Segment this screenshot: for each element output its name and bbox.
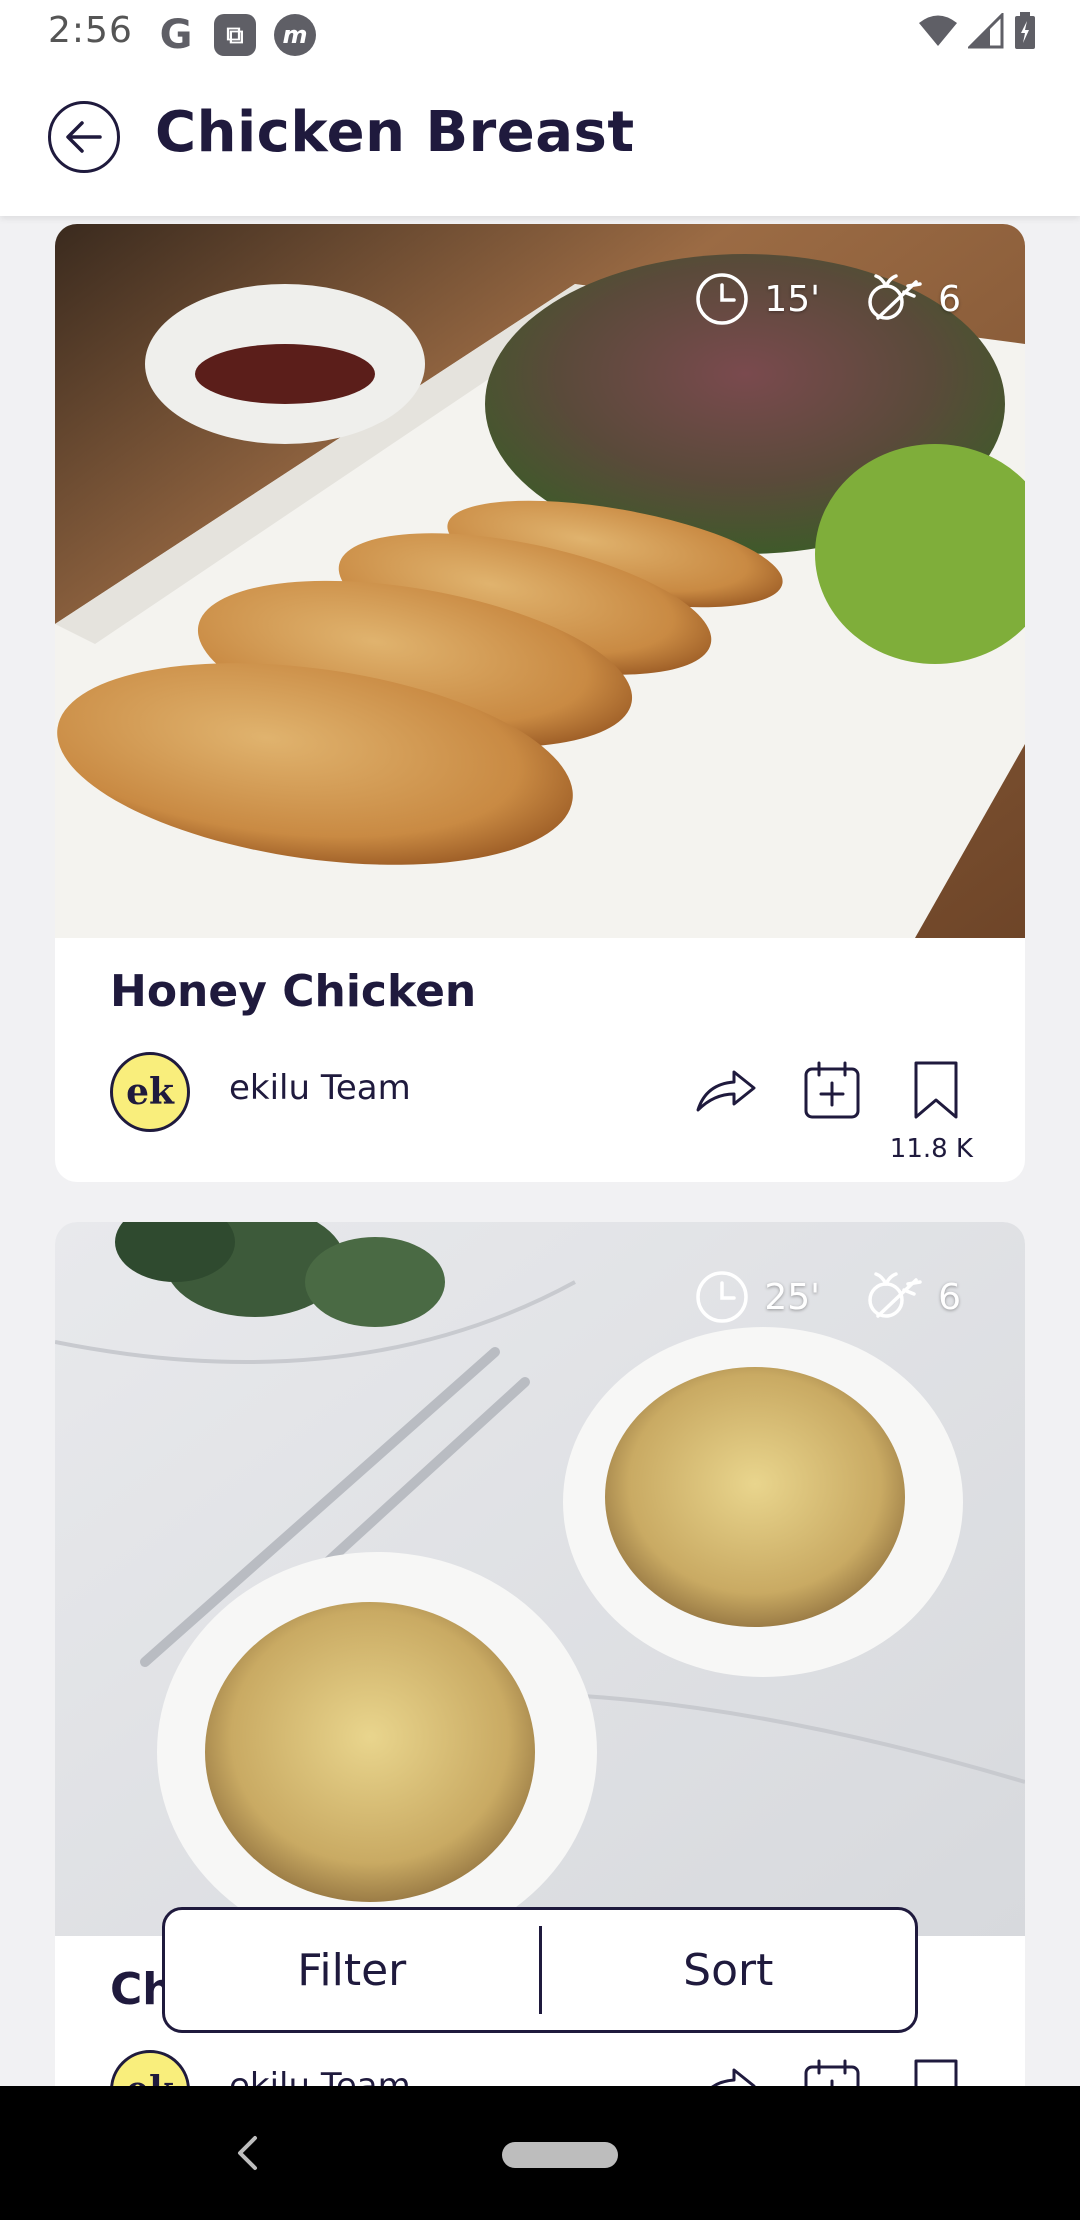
prep-time: 15' [694, 271, 820, 327]
recipe-image-second[interactable]: 25' 6 [55, 1222, 1025, 1936]
bookmark-icon [914, 2059, 958, 2086]
ingredient-count: 6 [864, 1268, 961, 1326]
ingredient-count-value: 6 [938, 1276, 961, 1318]
system-back-button[interactable] [222, 2128, 272, 2178]
calendar-add-icon [804, 2059, 860, 2086]
ingredient-count: 6 [864, 270, 961, 328]
arrow-left-icon [66, 121, 102, 153]
honey-chicken-photo [55, 224, 1025, 938]
chevron-left-icon [238, 2136, 257, 2170]
prep-time: 25' [694, 1269, 820, 1325]
status-indicators [918, 12, 1036, 50]
system-home-button[interactable] [502, 2142, 618, 2168]
recipe-card[interactable]: 15' 6 Honey Chicken ek ekilu Team 11.8 K [55, 224, 1025, 1182]
wifi-icon [919, 15, 957, 46]
author-avatar[interactable]: ek [110, 1052, 190, 1132]
filter-button[interactable]: Filter [165, 1910, 539, 2030]
clock-icon [696, 1271, 749, 1323]
vegetables-icon [868, 1272, 922, 1318]
recipe-feed[interactable]: 15' 6 Honey Chicken ek ekilu Team 11.8 K… [0, 216, 1080, 2086]
add-to-calendar-button[interactable] [798, 2054, 866, 2086]
ingredient-count-value: 6 [938, 278, 961, 320]
page-title: Chicken Breast [155, 100, 635, 165]
gallery-app-icon: ⧉ [214, 14, 256, 56]
bookmark-button[interactable] [902, 2054, 970, 2086]
sort-button[interactable]: Sort [542, 1910, 916, 2030]
save-count: 11.8 K [889, 1134, 973, 1164]
battery-icon [1015, 12, 1035, 49]
calendar-add-icon [804, 1061, 860, 1119]
messenger-app-icon: m [274, 14, 316, 56]
cell-signal-icon [968, 13, 1004, 49]
vegetables-icon [868, 274, 922, 320]
bookmark-button[interactable] [902, 1056, 970, 1124]
recipe-title[interactable]: Honey Chicken [110, 966, 476, 1017]
status-bar: 2:56 G ⧉ m [0, 0, 1080, 66]
filter-sort-bar: Filter Sort [162, 1907, 918, 2033]
author-avatar[interactable]: ek [110, 2050, 190, 2086]
app-header: Chicken Breast [0, 66, 1080, 216]
add-to-calendar-button[interactable] [798, 1056, 866, 1124]
bookmark-icon [914, 1061, 958, 1119]
share-icon [711, 2068, 756, 2086]
system-nav-bar [0, 2086, 1080, 2220]
prep-time-value: 25' [764, 1276, 821, 1318]
share-icon [696, 1070, 756, 1112]
author-name[interactable]: ekilu Team [229, 1068, 411, 1108]
google-app-icon: G [159, 12, 193, 58]
status-time: 2:56 [48, 10, 133, 51]
share-button[interactable] [692, 1056, 760, 1124]
recipe-card-body: Honey Chicken ek ekilu Team 11.8 K [55, 938, 1025, 1182]
back-button[interactable] [48, 101, 120, 173]
recipe-meta: 15' 6 [694, 270, 961, 328]
prep-time-value: 15' [764, 278, 821, 320]
second-recipe-photo [55, 1222, 1025, 1936]
recipe-meta: 25' 6 [694, 1268, 961, 1326]
app-screen: 2:56 G ⧉ m Chicken Breast 15' 6 Honey Ch… [0, 0, 1080, 2220]
share-button[interactable] [692, 2054, 760, 2086]
author-name[interactable]: ekilu Team [229, 2066, 411, 2086]
recipe-image-honey-chicken[interactable]: 15' 6 [55, 224, 1025, 938]
clock-icon [696, 273, 749, 325]
